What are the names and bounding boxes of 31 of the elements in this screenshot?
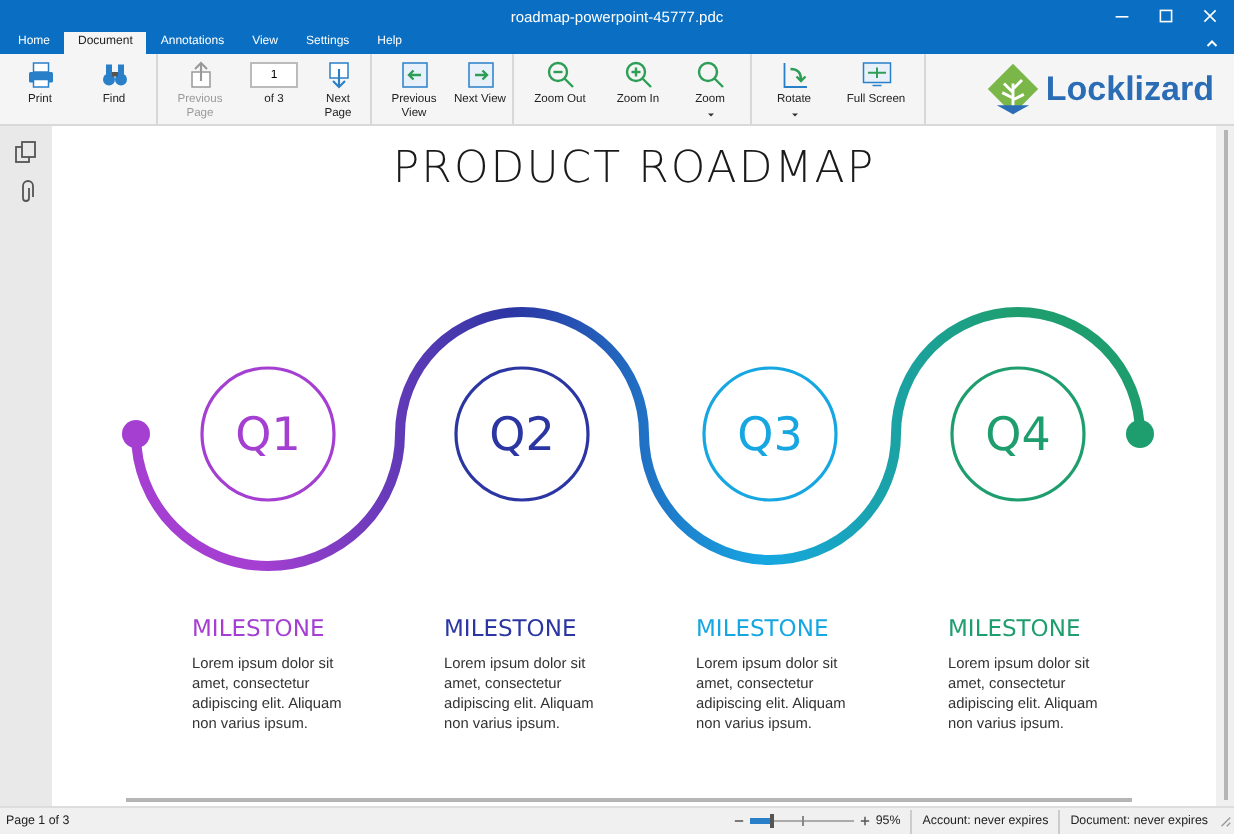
vertical-scrollbar[interactable] bbox=[1216, 126, 1234, 806]
collapse-ribbon-icon[interactable] bbox=[1206, 38, 1218, 48]
full-screen-icon bbox=[861, 60, 891, 90]
forward-view-icon bbox=[465, 60, 495, 90]
zoom-out-icon bbox=[545, 60, 575, 90]
tree-logo-icon bbox=[985, 62, 1040, 116]
plus-icon[interactable] bbox=[859, 816, 870, 826]
pages-icon[interactable] bbox=[14, 140, 38, 164]
back-view-icon bbox=[399, 60, 429, 90]
resize-grip-icon[interactable] bbox=[1218, 814, 1232, 828]
milestone-heading: MILESTONE bbox=[696, 614, 829, 642]
horizontal-scrollbar[interactable] bbox=[126, 798, 1132, 802]
maximize-icon[interactable] bbox=[1158, 8, 1174, 24]
quarter-label: Q2 bbox=[489, 410, 555, 462]
close-icon[interactable] bbox=[1202, 8, 1218, 24]
milestone-heading: MILESTONE bbox=[948, 614, 1081, 642]
document-title: PRODUCT ROADMAP bbox=[390, 142, 878, 198]
rotate-icon bbox=[779, 60, 809, 90]
milestone-heading: MILESTONE bbox=[444, 614, 577, 642]
magnifier-icon bbox=[695, 60, 725, 90]
quarter-label: Q4 bbox=[985, 410, 1051, 462]
logo-text: Locklizard bbox=[1045, 69, 1214, 109]
binoculars-icon bbox=[99, 60, 129, 90]
milestone-heading: MILESTONE bbox=[192, 614, 325, 642]
zoom-in-icon bbox=[623, 60, 653, 90]
page-down-icon bbox=[323, 60, 353, 90]
page-up-icon bbox=[185, 60, 215, 90]
minus-icon[interactable] bbox=[733, 816, 744, 826]
quarter-label: Q3 bbox=[737, 410, 803, 462]
printer-icon bbox=[25, 60, 55, 90]
quarter-label: Q1 bbox=[235, 410, 301, 462]
